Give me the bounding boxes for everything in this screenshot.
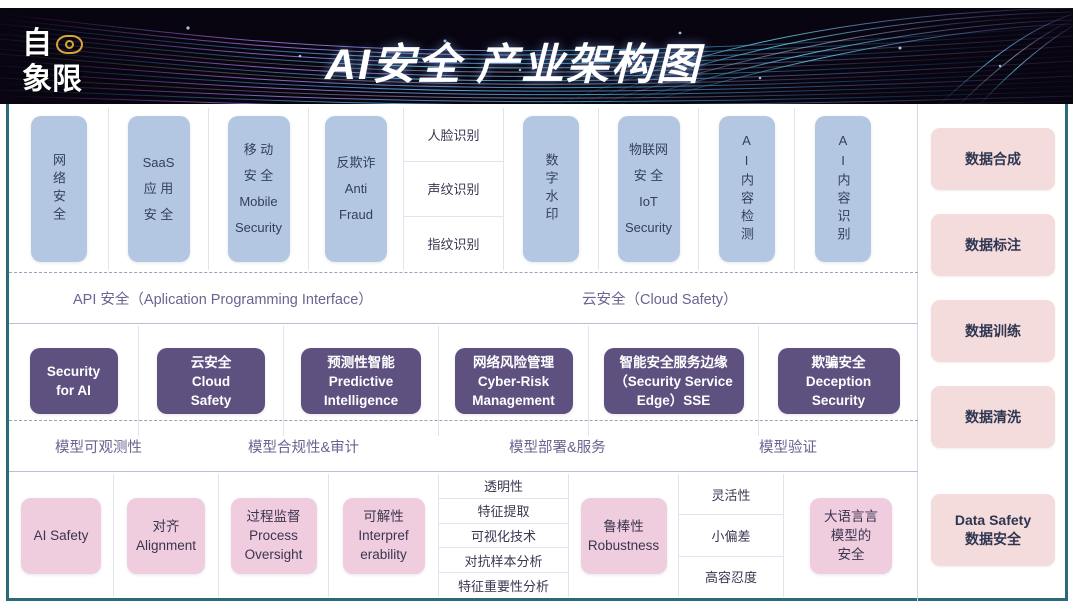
logo-line-bottom: 象限 bbox=[22, 62, 122, 98]
data-safety-box[interactable]: 数据合成 bbox=[931, 128, 1055, 190]
list-item[interactable]: 人脸识别 bbox=[404, 108, 503, 163]
data-safety-box[interactable]: 数据训练 bbox=[931, 300, 1055, 362]
grid-cell: AI内容检测 bbox=[699, 108, 795, 270]
grid-cell: 移 动安 全 Mobile Security bbox=[209, 108, 309, 270]
sub-item-list: 人脸识别 声纹识别 指纹识别 bbox=[404, 108, 503, 270]
divider-model-lifecycle: 模型可观测性 模型合规性&审计 模型部署&服务 模型验证 bbox=[9, 420, 918, 472]
category-box[interactable]: 移 动安 全 Mobile Security bbox=[227, 116, 290, 262]
diagram-frame: 网络安全 SaaS 应 用安 全移 动安 全 Mobile Security 反欺诈 Ant… bbox=[6, 104, 1068, 601]
ai-safety-box[interactable]: 大语言言 模型的 安全 bbox=[810, 497, 892, 574]
category-box[interactable]: 数字水印 bbox=[523, 116, 579, 262]
list-item[interactable]: 灵活性 bbox=[679, 474, 783, 516]
sub-item-list: 灵活性 小偏差 高容忍度 bbox=[679, 474, 783, 597]
platform-box[interactable]: Security for AI bbox=[29, 348, 118, 414]
grid-cell: AI Safety bbox=[9, 474, 114, 597]
category-box[interactable]: 物联网安 全 IoT Security bbox=[617, 116, 680, 262]
ai-safety-box[interactable]: 过程监督 Process Oversight bbox=[230, 497, 317, 574]
platform-box[interactable]: 智能安全服务边缘 （Security Service Edge）SSE bbox=[603, 348, 744, 414]
list-item[interactable]: 小偏差 bbox=[679, 515, 783, 557]
list-item[interactable]: 对抗样本分析 bbox=[439, 548, 568, 574]
ai-safety-box[interactable]: AI Safety bbox=[21, 497, 101, 574]
main-grid: 网络安全 SaaS 应 用安 全移 动安 全 Mobile Security 反欺诈 Ant… bbox=[9, 104, 918, 601]
grid-cell: SaaS 应 用安 全 bbox=[109, 108, 209, 270]
category-box[interactable]: 反欺诈 Anti Fraud bbox=[325, 116, 387, 262]
list-item[interactable]: 高容忍度 bbox=[679, 557, 783, 597]
divider-label: 云安全（Cloud Safety） bbox=[582, 291, 738, 308]
grid-cell: 对齐 Alignment bbox=[114, 474, 219, 597]
divider-label: 模型部署&服务 bbox=[509, 439, 606, 456]
layer-row-application-security: 网络安全 SaaS 应 用安 全移 动安 全 Mobile Security 反欺诈 Ant… bbox=[9, 108, 918, 270]
divider-label: 模型可观测性 bbox=[55, 439, 142, 456]
ai-safety-box[interactable]: 对齐 Alignment bbox=[127, 497, 205, 574]
grid-cell: 人脸识别 声纹识别 指纹识别 bbox=[404, 108, 504, 270]
grid-cell: 网络安全 bbox=[9, 108, 109, 270]
data-safety-box[interactable]: 数据标注 bbox=[931, 214, 1055, 276]
grid-cell: 鲁棒性 Robustness bbox=[569, 474, 679, 597]
grid-cell: AI内容识别 bbox=[795, 108, 891, 270]
platform-box[interactable]: 预测性智能 Predictive Intelligence bbox=[301, 348, 421, 414]
list-item[interactable]: 特征提取 bbox=[439, 499, 568, 524]
divider-label: API 安全（Aplication Programming Interface） bbox=[73, 291, 373, 308]
platform-box[interactable]: 网络风险管理 Cyber-Risk Management bbox=[454, 348, 573, 414]
brand-logo: 自 象限 bbox=[22, 26, 122, 102]
platform-box[interactable]: 云安全 Cloud Safety bbox=[157, 348, 265, 414]
layer-row-ai-safety: AI Safety 对齐 Alignment 过程监督 Process Oversight… bbox=[9, 474, 918, 597]
sub-item-list: 透明性 特征提取 可视化技术 对抗样本分析 特征重要性分析 bbox=[439, 474, 568, 597]
grid-cell: 过程监督 Process Oversight bbox=[219, 474, 329, 597]
category-box[interactable]: 网络安全 bbox=[30, 116, 87, 262]
grid-cell: 数字水印 bbox=[504, 108, 599, 270]
ai-safety-box[interactable]: 鲁棒性 Robustness bbox=[580, 497, 667, 574]
page-title: AI安全 产业架构图 bbox=[325, 41, 701, 89]
divider-api-cloud: API 安全（Aplication Programming Interface）… bbox=[9, 272, 918, 324]
logo-line-top: 自 bbox=[22, 26, 122, 62]
list-item[interactable]: 透明性 bbox=[439, 474, 568, 499]
list-item[interactable]: 可视化技术 bbox=[439, 524, 568, 549]
grid-cell: 大语言言 模型的 安全 bbox=[784, 474, 918, 597]
grid-cell: 透明性 特征提取 可视化技术 对抗样本分析 特征重要性分析 bbox=[439, 474, 569, 597]
divider-label: 模型合规性&审计 bbox=[248, 439, 360, 456]
grid-cell: 可解性 Interpref erability bbox=[329, 474, 439, 597]
list-item[interactable]: 指纹识别 bbox=[404, 217, 503, 270]
category-box[interactable]: SaaS 应 用安 全 bbox=[127, 116, 190, 262]
logo-char-bottom: 象限 bbox=[22, 63, 82, 96]
header-banner: 自 象限 AI安全 产业架构图 bbox=[0, 8, 1073, 104]
divider-label: 模型验证 bbox=[759, 439, 817, 456]
data-safety-box[interactable]: Data Safety 数据安全 bbox=[931, 494, 1055, 566]
data-safety-box[interactable]: 数据清洗 bbox=[931, 386, 1055, 448]
grid-cell: 物联网安 全 IoT Security bbox=[599, 108, 699, 270]
grid-cell: 灵活性 小偏差 高容忍度 bbox=[679, 474, 784, 597]
category-box[interactable]: AI内容检测 bbox=[718, 116, 775, 262]
eye-icon bbox=[56, 34, 83, 54]
logo-char-top: 自 bbox=[22, 27, 52, 60]
ai-safety-box[interactable]: 可解性 Interpref erability bbox=[342, 497, 425, 574]
list-item[interactable]: 特征重要性分析 bbox=[439, 573, 568, 597]
list-item[interactable]: 声纹识别 bbox=[404, 162, 503, 217]
grid-cell: 反欺诈 Anti Fraud bbox=[309, 108, 404, 270]
data-safety-sidebar: 数据合成数据标注数据训练数据清洗 Data Safety 数据安全 bbox=[919, 104, 1068, 601]
platform-box[interactable]: 欺骗安全 Deception Security bbox=[777, 348, 900, 414]
category-box[interactable]: AI内容识别 bbox=[815, 116, 871, 262]
